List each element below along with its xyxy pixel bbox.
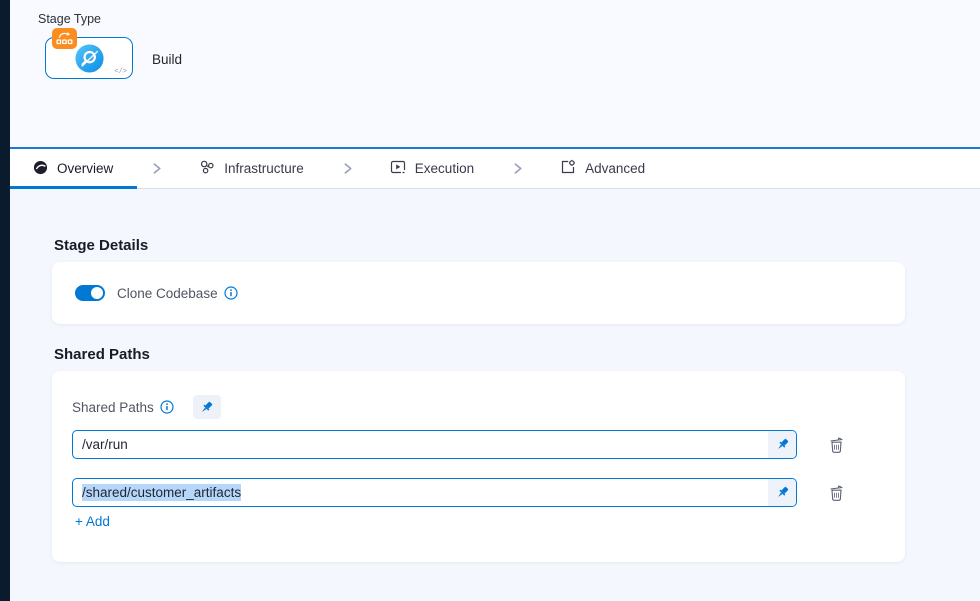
shared-paths-field-label: Shared Paths bbox=[72, 400, 154, 415]
ci-build-icon bbox=[74, 43, 105, 79]
stage-details-card: Clone Codebase bbox=[52, 262, 905, 324]
path-value-selected: /shared/customer_artifacts bbox=[82, 484, 241, 501]
tab-label: Execution bbox=[415, 161, 474, 176]
shared-path-input[interactable]: /var/run bbox=[72, 430, 797, 459]
pin-all-button[interactable] bbox=[193, 395, 221, 419]
delete-path-button[interactable] bbox=[826, 434, 847, 456]
path-value: /var/run bbox=[82, 437, 128, 452]
overview-tab-content: Stage Details Clone Codebase Shared Path… bbox=[10, 190, 980, 601]
infrastructure-icon bbox=[199, 159, 215, 178]
info-icon[interactable] bbox=[224, 286, 238, 300]
stage-config-tabbar: Overview Infrastructure Execution bbox=[10, 149, 980, 189]
advanced-icon bbox=[560, 159, 576, 178]
overview-icon bbox=[33, 160, 48, 178]
tab-execution[interactable]: Execution bbox=[367, 149, 498, 188]
shared-paths-card: Shared Paths /var/run bbox=[52, 371, 905, 562]
tab-infrastructure[interactable]: Infrastructure bbox=[176, 149, 328, 188]
chevron-right-icon bbox=[511, 162, 524, 175]
toggle-knob bbox=[91, 287, 103, 299]
stage-name-label: Build bbox=[152, 52, 182, 67]
stage-details-heading: Stage Details bbox=[54, 237, 148, 254]
left-nav-strip bbox=[0, 0, 10, 601]
shared-path-row: /shared/customer_artifacts bbox=[72, 478, 847, 507]
tab-label: Infrastructure bbox=[224, 161, 304, 176]
pipeline-badge-icon bbox=[52, 28, 77, 49]
pin-icon-button[interactable] bbox=[768, 479, 796, 506]
pin-icon-button[interactable] bbox=[768, 431, 796, 458]
delete-path-button[interactable] bbox=[826, 482, 847, 504]
chevron-right-icon bbox=[341, 162, 354, 175]
tab-advanced[interactable]: Advanced bbox=[537, 149, 669, 188]
stage-type-panel: Stage Type </> Build bbox=[10, 0, 980, 147]
shared-paths-heading: Shared Paths bbox=[54, 346, 150, 363]
clone-codebase-label: Clone Codebase bbox=[117, 286, 218, 301]
chevron-right-icon bbox=[150, 162, 163, 175]
tab-label: Overview bbox=[57, 161, 113, 176]
info-icon[interactable] bbox=[160, 400, 174, 414]
shared-path-input[interactable]: /shared/customer_artifacts bbox=[72, 478, 797, 507]
tab-label: Advanced bbox=[585, 161, 645, 176]
tab-overview[interactable]: Overview bbox=[10, 149, 137, 188]
code-glyph: </> bbox=[114, 68, 127, 76]
add-path-button[interactable]: + Add bbox=[75, 514, 110, 529]
stage-type-label: Stage Type bbox=[38, 12, 101, 26]
execution-icon bbox=[390, 159, 406, 178]
shared-path-row: /var/run bbox=[72, 430, 847, 459]
clone-codebase-toggle[interactable] bbox=[75, 285, 105, 301]
